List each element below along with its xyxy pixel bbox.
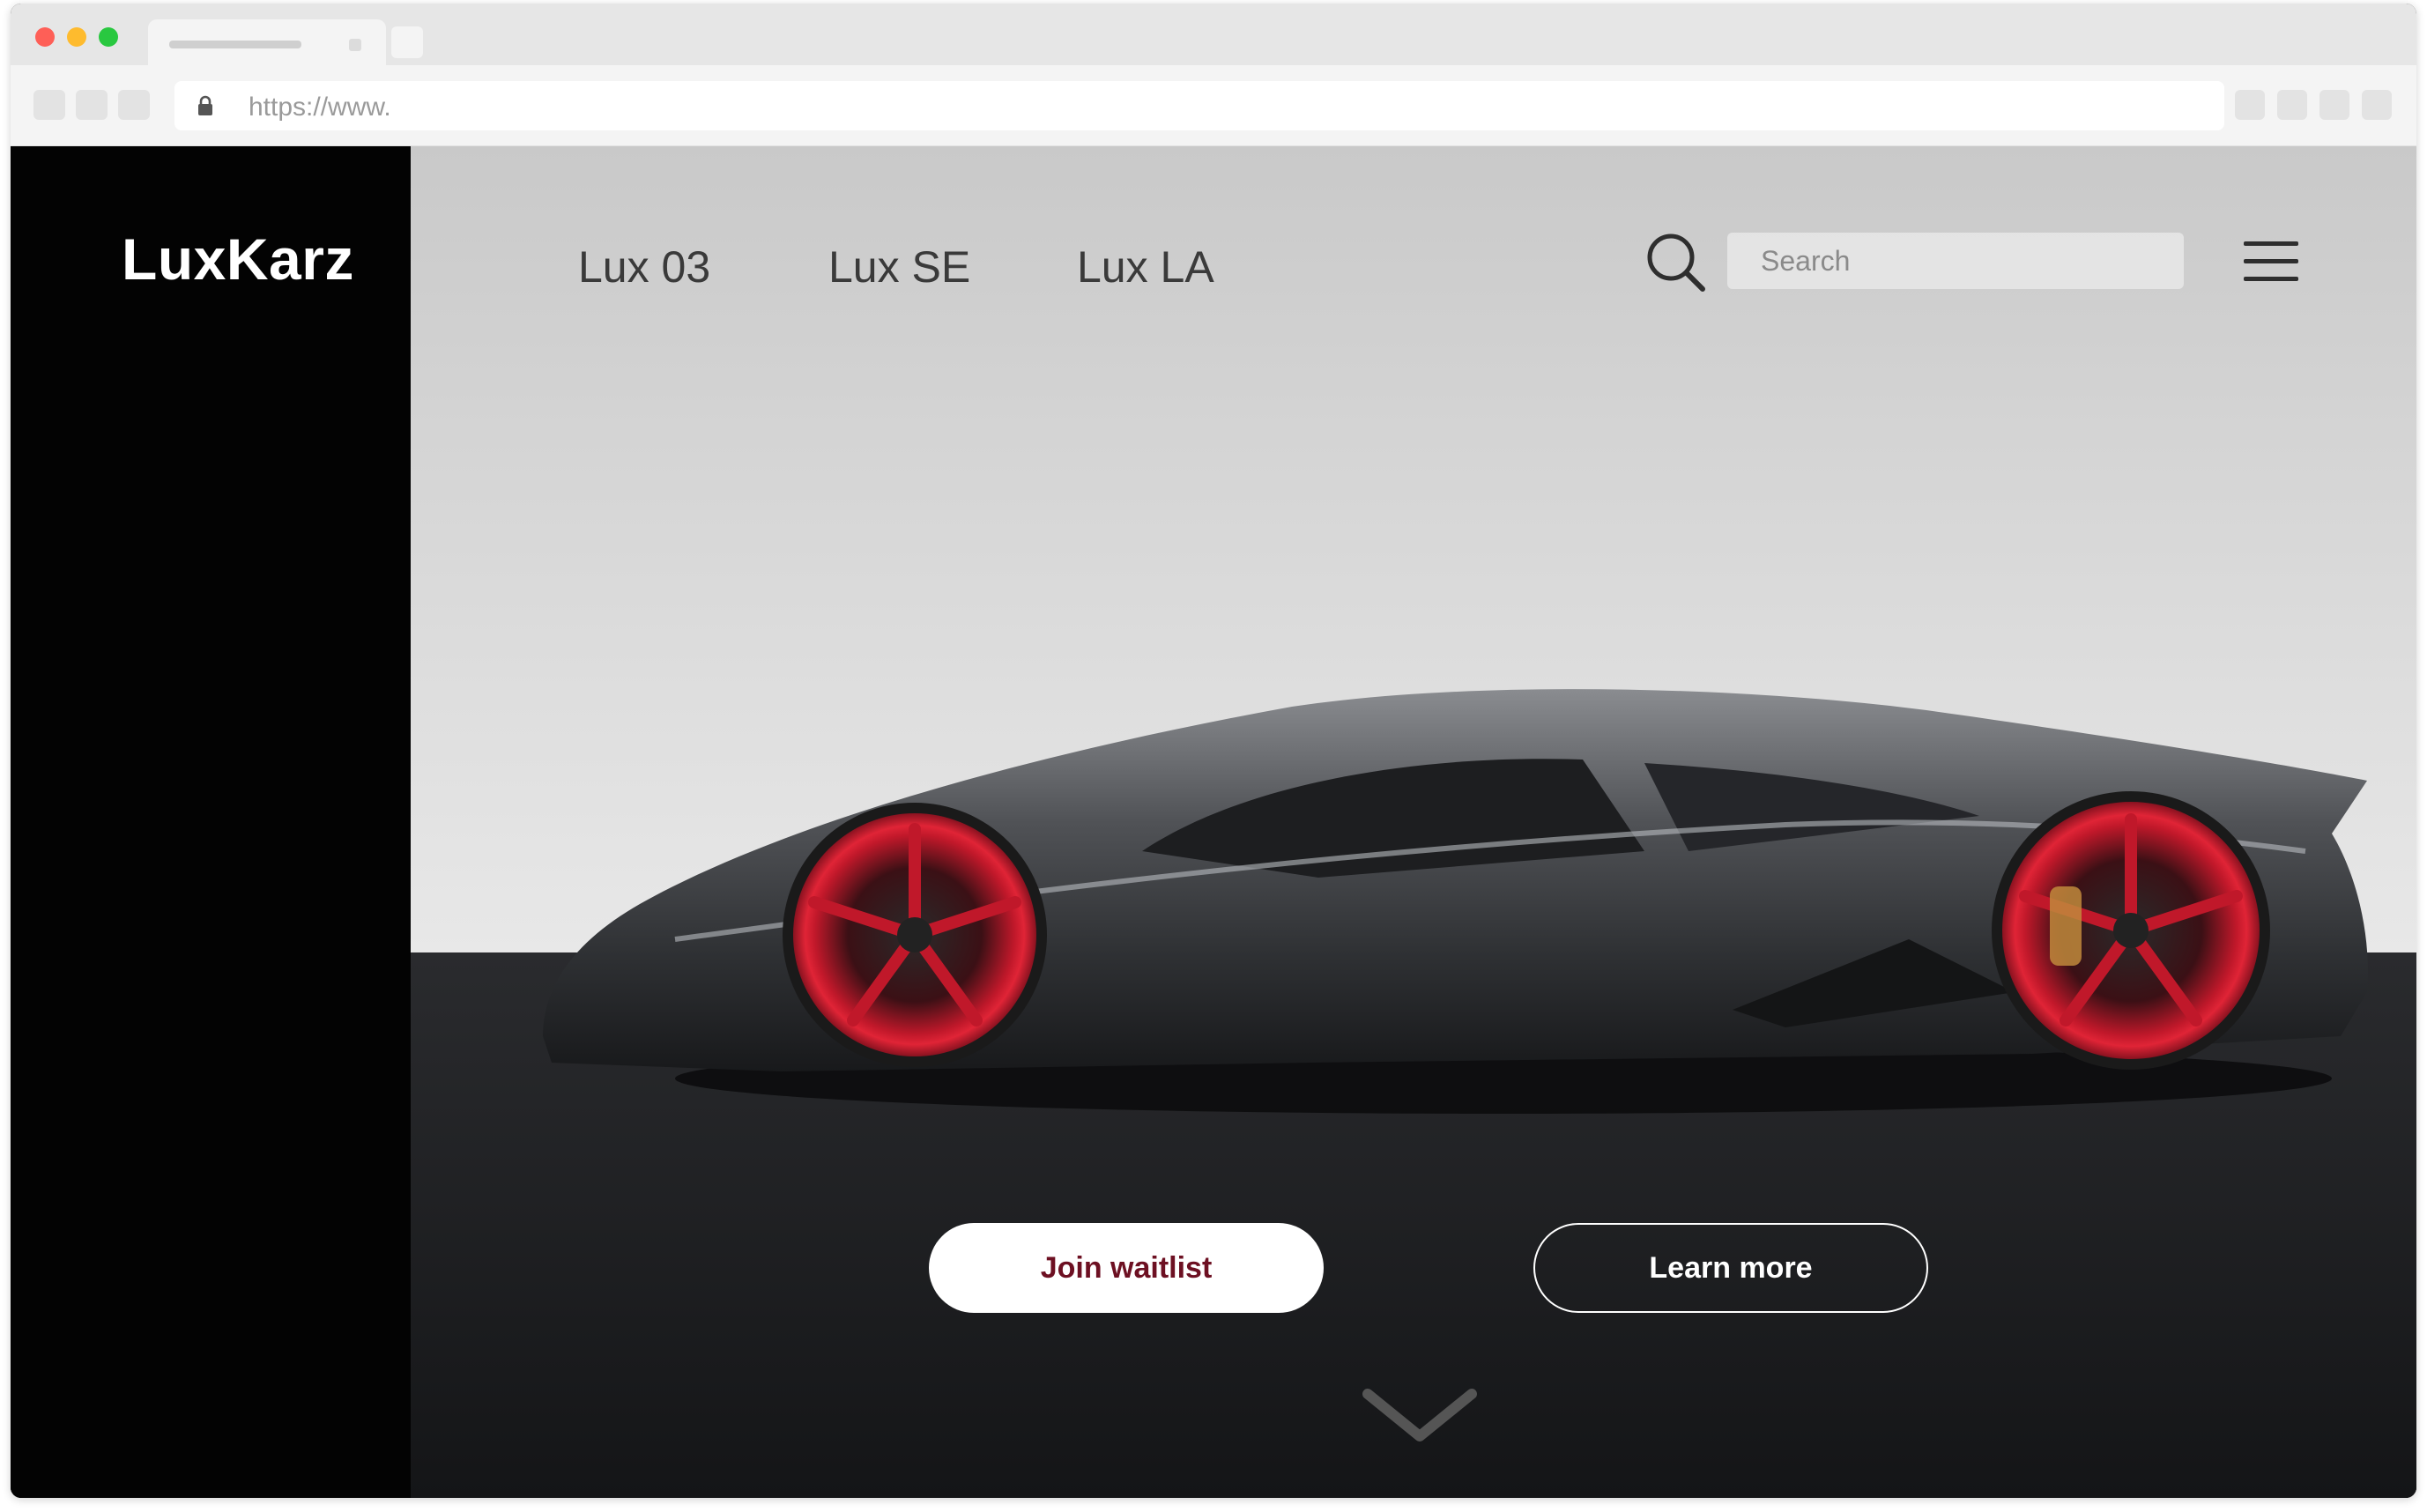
search-icon[interactable] [1644, 231, 1708, 294]
reload-button[interactable] [118, 90, 150, 120]
browser-titlebar [11, 4, 2416, 65]
join-waitlist-button[interactable]: Join waitlist [929, 1223, 1324, 1313]
browser-window: https://www. LuxKarz Lux 03 Lux SE Lux L… [11, 4, 2416, 1498]
url-text: https://www. [249, 93, 391, 122]
extension-button[interactable] [2319, 90, 2349, 120]
learn-more-button[interactable]: Learn more [1533, 1223, 1928, 1313]
browser-toolbar: https://www. [11, 65, 2416, 146]
forward-button[interactable] [76, 90, 108, 120]
tab-title-placeholder [169, 41, 301, 48]
extension-button[interactable] [2362, 90, 2392, 120]
brand-logo[interactable]: LuxKarz [122, 226, 354, 293]
back-button[interactable] [33, 90, 65, 120]
minimize-window-button[interactable] [67, 27, 86, 47]
hamburger-menu-icon[interactable] [2242, 238, 2300, 285]
maximize-window-button[interactable] [99, 27, 118, 47]
nav-link-lux-la[interactable]: Lux LA [1077, 241, 1214, 293]
close-window-button[interactable] [35, 27, 55, 47]
brand-sidebar: LuxKarz [11, 146, 411, 1498]
extension-button[interactable] [2235, 90, 2265, 120]
tab-close-icon[interactable] [349, 39, 361, 51]
nav-link-lux-03[interactable]: Lux 03 [578, 241, 710, 293]
lock-icon [198, 95, 212, 115]
hero-car-image [411, 146, 2416, 1498]
nav-link-lux-se[interactable]: Lux SE [828, 241, 970, 293]
browser-tab[interactable] [148, 19, 386, 65]
hero-section: Lux 03 Lux SE Lux LA Join waitlist Learn… [411, 146, 2416, 1498]
extension-button[interactable] [2277, 90, 2307, 120]
page-viewport: LuxKarz Lux 03 Lux SE Lux LA Search Join… [11, 146, 2416, 1498]
chevron-down-icon[interactable] [1362, 1387, 1477, 1445]
new-tab-button[interactable] [391, 26, 423, 58]
search-input[interactable] [1727, 233, 2184, 289]
address-bar[interactable]: https://www. [174, 81, 2224, 130]
